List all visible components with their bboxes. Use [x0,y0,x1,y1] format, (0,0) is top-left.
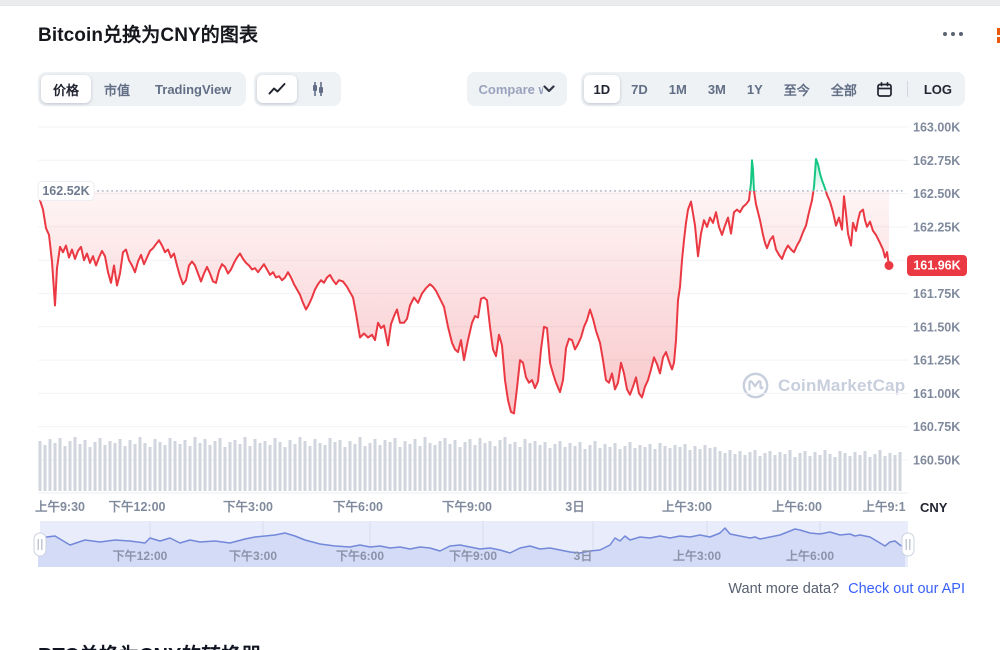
y-axis-label: 162.25K [913,220,960,234]
y-axis-label: 161.25K [913,354,960,368]
x-axis-label: 上午9:30 [35,499,85,514]
svg-text:162.52K: 162.52K [42,184,89,198]
navigator-handle-right[interactable] [902,533,914,556]
navigator-label: 上午3:00 [673,548,721,563]
price-chart[interactable]: 162.52K 161.96K 163.00K 162.75K 162.50K 162.2… [0,0,1000,650]
x-axis-label: 上午3:00 [662,499,712,514]
x-axis-label: 3日 [565,500,584,514]
api-promo-text: Want more data? [728,581,839,597]
currency-unit-label: CNY [920,500,948,515]
y-axis-label: 161.75K [913,287,960,301]
volume-bars [39,437,902,491]
x-axis-label: 上午9:1 [862,499,905,514]
x-axis-label: 下午9:00 [442,499,492,514]
last-price-badge: 161.96K [907,255,967,276]
navigator-label: 3日 [574,549,593,563]
y-axis-label: 163.00K [913,121,960,135]
x-axis-label: 下午6:00 [333,499,383,514]
x-axis-label: 下午12:00 [109,499,166,514]
y-axis-label: 160.75K [913,420,960,434]
navigator-label: 下午6:00 [336,548,384,563]
x-axis-label: 上午6:00 [772,499,822,514]
navigator[interactable]: 下午12:00 下午3:00 下午6:00 下午9:00 3日 上午3:00 上午6:00 [34,521,914,567]
navigator-handle-left[interactable] [34,533,46,556]
navigator-label: 下午9:00 [449,548,497,563]
ref-price-label: 162.52K [38,181,94,200]
y-axis-labels: 163.00K 162.75K 162.50K 162.25K 161.75K 161.5… [913,121,960,468]
api-promo: Want more data? Check out our API [728,581,965,597]
price-area-below-ref [40,159,889,413]
y-axis-label: 162.50K [913,187,960,201]
navigator-label: 上午6:00 [786,548,834,563]
last-price-dot [885,261,894,270]
y-axis-label: 161.50K [913,320,960,334]
y-axis-label: 161.00K [913,387,960,401]
navigator-label: 下午3:00 [229,548,277,563]
svg-text:161.96K: 161.96K [913,259,960,273]
x-axis-labels: 上午9:30 下午12:00 下午3:00 下午6:00 下午9:00 3日 上午3:00 上… [35,499,906,514]
api-link[interactable]: Check out our API [848,581,965,597]
x-axis-label: 下午3:00 [223,499,273,514]
navigator-label: 下午12:00 [113,548,168,563]
next-section-title: BTC兑换为CNY的转换器 [38,639,261,650]
y-axis-label: 160.50K [913,454,960,468]
y-axis-label: 162.75K [913,154,960,168]
